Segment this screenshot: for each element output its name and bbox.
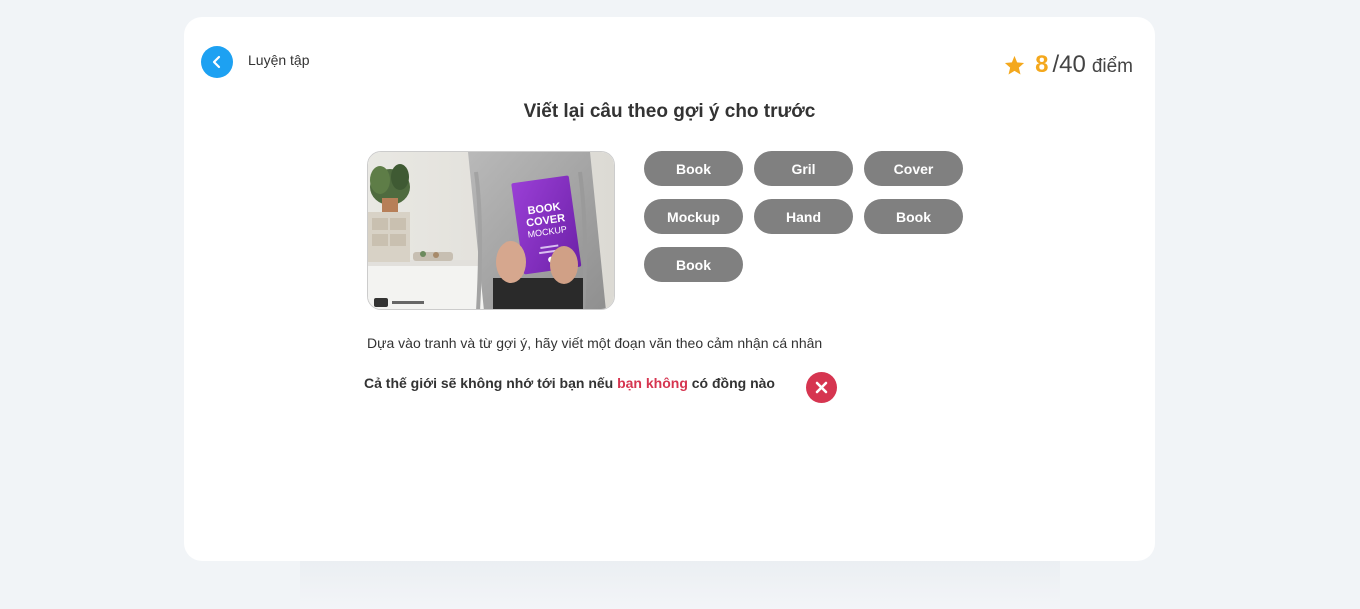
background-image-strip — [300, 560, 1060, 609]
answer-error-highlight: bạn không — [617, 375, 688, 391]
answer-text-part-2: có đồng nào — [687, 375, 775, 391]
score-current: 8 — [1035, 51, 1049, 78]
instruction-text: Dựa vào tranh và từ gợi ý, hãy viết một … — [367, 335, 823, 351]
chevron-left-icon — [212, 55, 221, 69]
hint-chip[interactable]: Book — [864, 199, 963, 234]
star-icon — [1005, 55, 1025, 75]
score-total: /40 — [1052, 51, 1086, 78]
hint-chip[interactable]: Book — [644, 151, 743, 186]
hint-chip[interactable]: Hand — [754, 199, 853, 234]
hint-chip[interactable]: Mockup — [644, 199, 743, 234]
score-display: 8/40 điểm — [1004, 51, 1133, 79]
hint-chip[interactable]: Gril — [754, 151, 853, 186]
exercise-card: Luyện tập 8/40 điểm Viết lại câu theo gợi… — [184, 17, 1155, 561]
back-label[interactable]: Luyện tập — [248, 52, 310, 68]
back-button[interactable] — [201, 46, 233, 78]
hint-chip[interactable]: Cover — [864, 151, 963, 186]
answer-text-part-1: Cả thế giới sẽ không nhớ tới bạn nếu — [364, 375, 618, 391]
close-icon — [815, 381, 828, 394]
hint-image: BOOK COVER MOCKUP — [367, 151, 615, 310]
incorrect-icon — [806, 372, 837, 403]
submitted-answer: Cả thế giới sẽ không nhớ tới bạn nếu bạn… — [364, 375, 775, 391]
score-unit: điểm — [1091, 56, 1133, 77]
page-title: Viết lại câu theo gợi ý cho trước — [523, 101, 816, 122]
hint-chip[interactable]: Book — [644, 247, 743, 282]
